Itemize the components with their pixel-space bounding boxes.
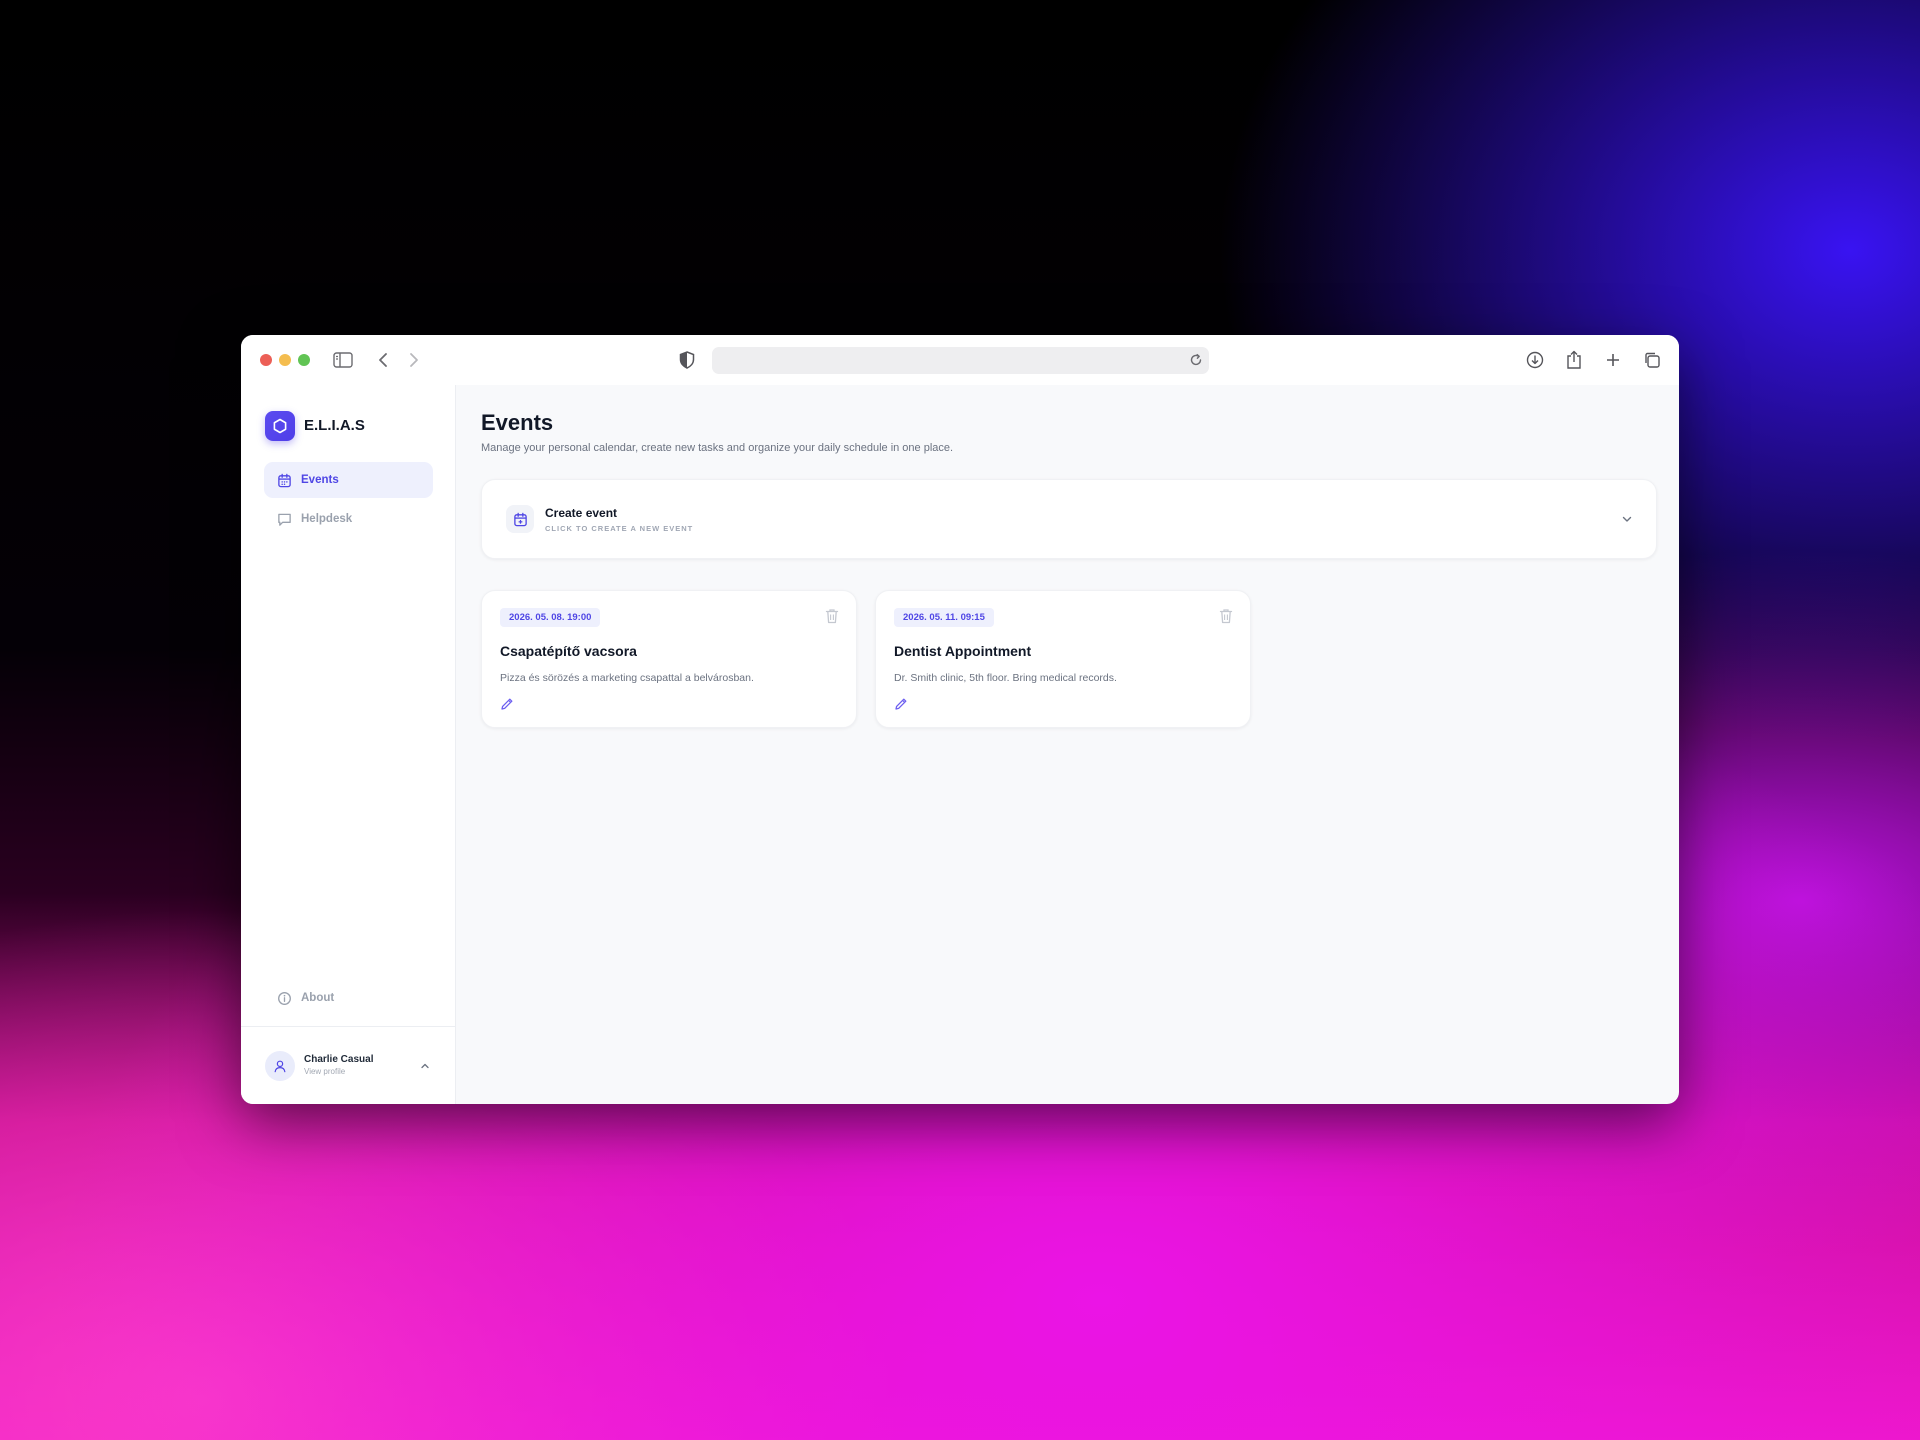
hexagon-icon: [273, 418, 287, 434]
user-icon: [274, 1060, 286, 1073]
create-event-title: Create event: [545, 506, 618, 520]
create-event-subtitle: CLICK TO CREATE A NEW EVENT: [545, 524, 694, 533]
tabs-overview-icon[interactable]: [1640, 348, 1664, 372]
close-window-button[interactable]: [260, 354, 272, 366]
avatar[interactable]: [265, 1051, 295, 1081]
browser-window: E.L.I.A.S Events Helpdesk About Charlie …: [241, 335, 1679, 1104]
page-title: Events: [481, 410, 554, 435]
user-name[interactable]: Charlie Casual: [304, 1054, 373, 1065]
minimize-window-button[interactable]: [279, 354, 291, 366]
new-tab-icon[interactable]: [1601, 348, 1625, 372]
pencil-icon: [895, 698, 907, 710]
share-icon[interactable]: [1562, 348, 1586, 372]
event-description: Pizza és sörözés a marketing csapattal a…: [500, 672, 754, 684]
chevron-down-icon[interactable]: [1620, 512, 1634, 526]
sidebar-item-events[interactable]: Events: [264, 462, 433, 498]
address-bar[interactable]: [712, 347, 1209, 374]
chat-icon: [276, 511, 292, 527]
trash-icon: [1219, 609, 1233, 624]
calendar-icon: [276, 472, 292, 488]
browser-toolbar: [241, 335, 1679, 385]
calendar-plus-icon: [506, 505, 534, 533]
event-date-badge: 2026. 05. 11. 09:15: [894, 608, 994, 627]
trash-icon: [825, 609, 839, 624]
info-icon: [276, 990, 292, 1006]
chevron-up-icon[interactable]: [419, 1059, 431, 1071]
download-icon[interactable]: [1523, 348, 1547, 372]
sidebar-item-label: Helpdesk: [301, 513, 353, 525]
event-description: Dr. Smith clinic, 5th floor. Bring medic…: [894, 672, 1117, 684]
reload-icon[interactable]: [1189, 353, 1203, 367]
forward-icon[interactable]: [402, 348, 426, 372]
view-profile-link[interactable]: View profile: [304, 1067, 345, 1076]
sidebar-divider: [241, 1026, 455, 1027]
main-content: Events Manage your personal calendar, cr…: [456, 385, 1679, 1104]
maximize-window-button[interactable]: [298, 354, 310, 366]
delete-event-button[interactable]: [1219, 608, 1233, 624]
sidebar: E.L.I.A.S Events Helpdesk About Charlie …: [241, 385, 456, 1104]
event-title: Csapatépítő vacsora: [500, 643, 637, 659]
shield-icon[interactable]: [675, 348, 699, 372]
sidebar-item-about[interactable]: About: [264, 980, 433, 1016]
create-event-panel[interactable]: Create event CLICK TO CREATE A NEW EVENT: [481, 479, 1657, 559]
event-card[interactable]: 2026. 05. 11. 09:15 Dentist Appointment …: [875, 590, 1251, 728]
sidebar-item-helpdesk[interactable]: Helpdesk: [264, 501, 433, 537]
page-subtitle: Manage your personal calendar, create ne…: [481, 442, 954, 454]
pencil-icon: [501, 698, 513, 710]
event-title: Dentist Appointment: [894, 643, 1032, 659]
edit-event-button[interactable]: [500, 697, 514, 711]
event-date-badge: 2026. 05. 08. 19:00: [500, 608, 601, 627]
sidebar-toggle-icon[interactable]: [331, 348, 355, 372]
app-logo[interactable]: [265, 411, 295, 441]
sidebar-item-label: Events: [301, 474, 339, 486]
delete-event-button[interactable]: [825, 608, 839, 624]
event-card[interactable]: 2026. 05. 08. 19:00 Csapatépítő vacsora …: [481, 590, 857, 728]
back-icon[interactable]: [371, 348, 395, 372]
app-name: E.L.I.A.S: [304, 417, 365, 434]
sidebar-item-label: About: [301, 992, 335, 1004]
edit-event-button[interactable]: [894, 697, 908, 711]
